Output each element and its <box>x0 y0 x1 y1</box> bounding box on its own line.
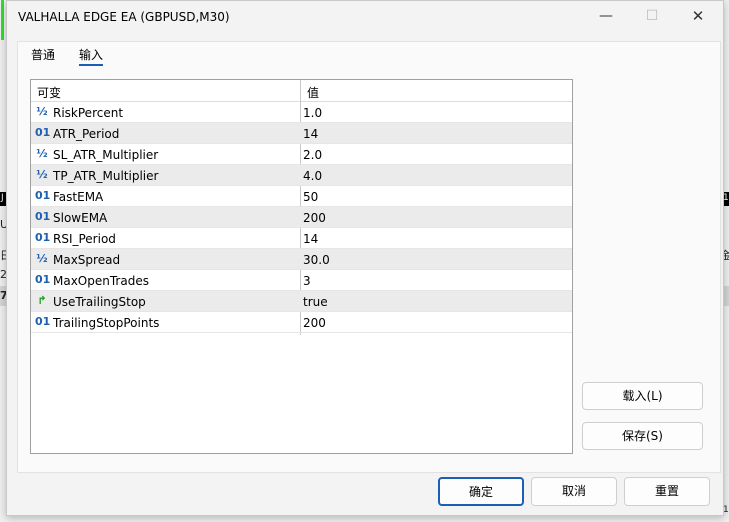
table-row[interactable]: 01 SlowEMA 200 <box>31 207 572 228</box>
parameter-name: UseTrailingStop <box>53 295 146 309</box>
close-button[interactable]: ✕ <box>675 1 721 33</box>
tab-content-panel: 普通 输入 可变 值 ½ RiskPercent 1.0 01 ATR_Period 14… <box>17 41 721 473</box>
minimize-icon: — <box>599 8 613 24</box>
parameter-value[interactable]: 3 <box>303 274 311 288</box>
parameter-value[interactable]: 50 <box>303 190 318 204</box>
maximize-button: ☐ <box>629 1 675 33</box>
parameter-value[interactable]: 30.0 <box>303 253 330 267</box>
table-row[interactable]: 01 RSI_Period 14 <box>31 228 572 249</box>
integer-icon: 01 <box>35 273 51 286</box>
table-row[interactable]: ↱ UseTrailingStop true <box>31 291 572 312</box>
parameter-name: MaxSpread <box>53 253 121 267</box>
parameter-value[interactable]: true <box>303 295 328 309</box>
table-row[interactable]: ½ MaxSpread 30.0 <box>31 249 572 270</box>
double-icon: ½ <box>36 105 48 118</box>
integer-icon: 01 <box>35 315 51 328</box>
table-row[interactable]: 01 TrailingStopPoints 200 <box>31 312 572 333</box>
integer-icon: 01 <box>35 126 51 139</box>
column-header-variable[interactable]: 可变 <box>37 84 61 101</box>
integer-icon: 01 <box>35 189 51 202</box>
parameter-name: RSI_Period <box>53 232 116 246</box>
row-divider <box>31 332 572 333</box>
save-button[interactable]: 保存(S) <box>582 422 703 450</box>
bool-icon: ↱ <box>37 294 47 307</box>
table-row[interactable]: 01 MaxOpenTrades 3 <box>31 270 572 291</box>
double-icon: ½ <box>36 168 48 181</box>
integer-icon: 01 <box>35 231 51 244</box>
double-icon: ½ <box>36 252 48 265</box>
background-chart-bar <box>1 0 4 40</box>
parameter-name: FastEMA <box>53 190 104 204</box>
parameter-value[interactable]: 14 <box>303 232 318 246</box>
load-button[interactable]: 载入(L) <box>582 382 703 410</box>
parameter-name: ATR_Period <box>53 127 120 141</box>
integer-icon: 01 <box>35 210 51 223</box>
double-icon: ½ <box>36 147 48 160</box>
table-row[interactable]: 01 FastEMA 50 <box>31 186 572 207</box>
parameter-name: MaxOpenTrades <box>53 274 149 288</box>
table-row[interactable]: ½ RiskPercent 1.0 <box>31 102 572 123</box>
parameter-value[interactable]: 200 <box>303 211 326 225</box>
parameter-value[interactable]: 2.0 <box>303 148 322 162</box>
maximize-icon: ☐ <box>645 8 659 24</box>
parameter-value[interactable]: 4.0 <box>303 169 322 183</box>
column-header-value[interactable]: 值 <box>307 84 319 101</box>
table-row[interactable]: ½ TP_ATR_Multiplier 4.0 <box>31 165 572 186</box>
cancel-button[interactable]: 取消 <box>531 477 617 506</box>
parameter-name: TP_ATR_Multiplier <box>53 169 159 183</box>
parameter-value[interactable]: 14 <box>303 127 318 141</box>
minimize-button[interactable]: — <box>583 1 629 33</box>
inputs-table[interactable]: 可变 值 ½ RiskPercent 1.0 01 ATR_Period 14 ½ SL_AT… <box>30 79 573 454</box>
table-row[interactable]: 01 ATR_Period 14 <box>31 123 572 144</box>
parameter-value[interactable]: 200 <box>303 316 326 330</box>
active-tab-indicator <box>79 64 103 66</box>
parameter-value[interactable]: 1.0 <box>303 106 322 120</box>
close-icon: ✕ <box>691 7 705 25</box>
table-header: 可变 值 <box>31 80 572 102</box>
window-title: VALHALLA EDGE EA (GBPUSD,M30) <box>18 10 230 24</box>
parameter-name: SL_ATR_Multiplier <box>53 148 159 162</box>
parameter-name: SlowEMA <box>53 211 108 225</box>
reset-button[interactable]: 重置 <box>624 477 710 506</box>
background-fragment: J <box>1 193 4 203</box>
parameter-name: TrailingStopPoints <box>53 316 160 330</box>
ea-properties-dialog: VALHALLA EDGE EA (GBPUSD,M30) — ☐ ✕ 普通 输… <box>6 0 724 516</box>
tab-common[interactable]: 普通 <box>31 46 55 67</box>
title-bar[interactable]: VALHALLA EDGE EA (GBPUSD,M30) — ☐ ✕ <box>7 1 723 33</box>
table-row[interactable]: ½ SL_ATR_Multiplier 2.0 <box>31 144 572 165</box>
parameter-name: RiskPercent <box>53 106 124 120</box>
ok-button[interactable]: 确定 <box>438 477 524 506</box>
